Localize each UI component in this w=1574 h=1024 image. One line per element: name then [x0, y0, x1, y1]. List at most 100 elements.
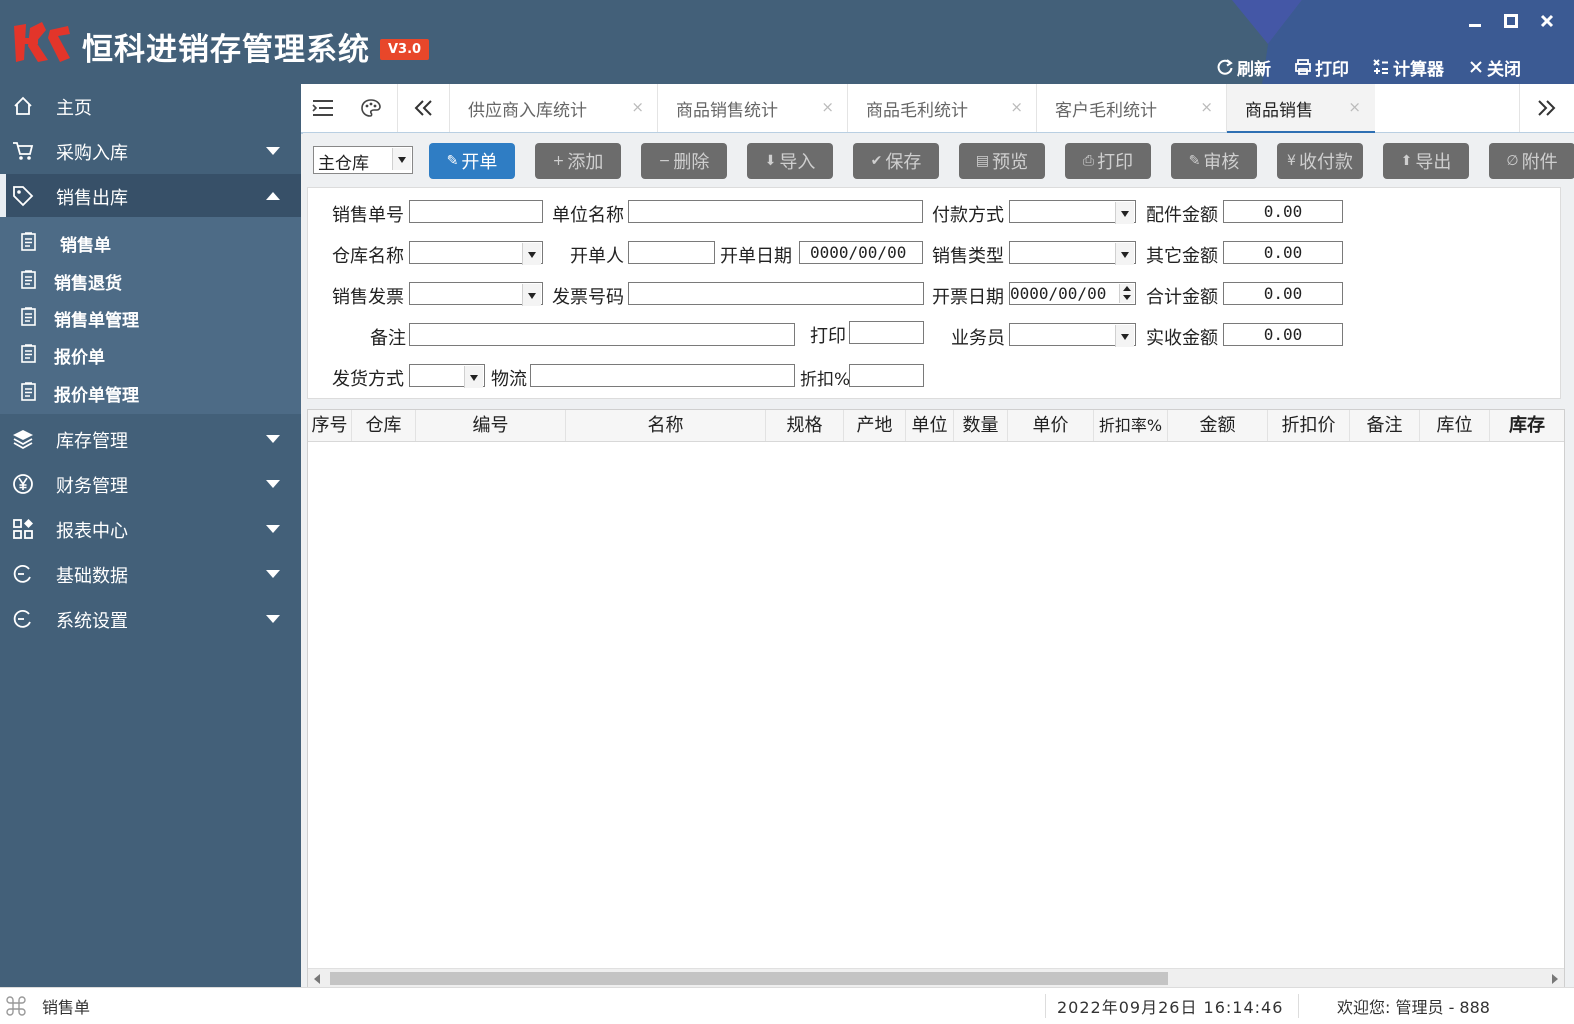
maximize-button[interactable]: [1498, 8, 1524, 34]
scroll-tabs-right-button[interactable]: [1519, 84, 1572, 132]
sales-invoice-select[interactable]: [409, 282, 543, 306]
submenu-item-sales-return[interactable]: 销售退货: [0, 261, 301, 298]
invoice-date-picker[interactable]: 0000/00/00: [1009, 282, 1136, 305]
print-button[interactable]: 打印: [1294, 56, 1349, 80]
calculator-button[interactable]: 计算器: [1372, 56, 1444, 80]
total-amount-field[interactable]: 0.00: [1223, 282, 1343, 305]
submenu-label: 销售退货: [54, 274, 122, 294]
menu-toggle-button[interactable]: [301, 84, 345, 132]
column-header-amount[interactable]: 金额: [1168, 410, 1268, 441]
scroll-right-arrow-icon[interactable]: [1552, 974, 1558, 984]
edit-icon: ✎: [1188, 153, 1201, 169]
remark-field[interactable]: [409, 323, 795, 346]
add-button[interactable]: + 添加: [535, 143, 621, 179]
delete-button[interactable]: − 删除: [641, 143, 727, 179]
save-button[interactable]: ✔ 保存: [853, 143, 939, 179]
scrollbar-thumb[interactable]: [330, 972, 1168, 985]
column-header-spec[interactable]: 规格: [766, 410, 844, 441]
nav-item-sales[interactable]: 销售出库: [0, 174, 301, 219]
sale-type-select[interactable]: [1009, 241, 1136, 265]
dropdown-arrow-icon[interactable]: [522, 284, 541, 306]
nav-item-base-data[interactable]: 基础数据: [0, 552, 301, 597]
chevron-down-icon: [266, 570, 280, 578]
refresh-button[interactable]: 刷新: [1216, 56, 1271, 80]
tab-customer-profit-stats[interactable]: 客户毛利统计 ×: [1036, 84, 1227, 132]
column-header-remark[interactable]: 备注: [1350, 410, 1420, 441]
nav-item-home[interactable]: 主页: [0, 84, 301, 129]
close-app-button[interactable]: 关闭: [1468, 56, 1521, 80]
dropdown-arrow-icon[interactable]: [1115, 202, 1134, 224]
sale-no-field[interactable]: [409, 200, 543, 223]
status-separator: [1045, 994, 1046, 1018]
tab-product-sales-stats[interactable]: 商品销售统计 ×: [657, 84, 848, 132]
invoice-no-field[interactable]: [628, 282, 924, 305]
print-order-button[interactable]: ⎙ 打印: [1065, 143, 1151, 179]
parts-amount-field[interactable]: 0.00: [1223, 200, 1343, 223]
button-label: 导出: [1415, 152, 1452, 173]
column-header-origin[interactable]: 产地: [844, 410, 906, 441]
app-title: 恒科进销存管理系统: [82, 32, 370, 68]
scroll-tabs-left-button[interactable]: [397, 84, 450, 132]
printed-field[interactable]: [849, 321, 924, 344]
column-header-location[interactable]: 库位: [1420, 410, 1490, 441]
tab-close-icon[interactable]: ×: [1010, 98, 1023, 116]
column-header-seq[interactable]: 序号: [308, 410, 352, 441]
dropdown-arrow-icon[interactable]: [522, 243, 541, 265]
export-button[interactable]: ⬆ 导出: [1383, 143, 1469, 179]
theme-button[interactable]: [345, 84, 397, 132]
delivery-method-select[interactable]: [409, 364, 485, 388]
dropdown-arrow-icon[interactable]: [392, 148, 411, 170]
logistics-field[interactable]: [530, 364, 795, 387]
tab-close-icon[interactable]: ×: [1348, 98, 1361, 116]
tab-close-icon[interactable]: ×: [821, 98, 834, 116]
attachment-button[interactable]: ∅ 附件: [1489, 143, 1574, 179]
tab-close-icon[interactable]: ×: [1200, 98, 1213, 116]
submenu-item-sales-order[interactable]: 销售单: [0, 223, 301, 260]
warehouse-name-select[interactable]: [409, 241, 543, 265]
column-header-discount-price[interactable]: 折扣价: [1268, 410, 1350, 441]
new-order-button[interactable]: ✎ 开单: [429, 143, 515, 179]
scroll-left-arrow-icon[interactable]: [314, 974, 320, 984]
dropdown-arrow-icon[interactable]: [464, 366, 483, 388]
tab-product-sales[interactable]: 商品销售 ×: [1226, 84, 1375, 134]
column-header-stock[interactable]: 库存: [1490, 410, 1564, 441]
tab-product-profit-stats[interactable]: 商品毛利统计 ×: [847, 84, 1037, 132]
column-header-quantity[interactable]: 数量: [954, 410, 1008, 441]
submenu-item-quotation-management[interactable]: 报价单管理: [0, 373, 301, 410]
column-header-code[interactable]: 编号: [416, 410, 566, 441]
payment-method-select[interactable]: [1009, 200, 1136, 224]
issuer-field[interactable]: [628, 241, 715, 264]
dropdown-arrow-icon[interactable]: [1115, 243, 1134, 265]
tab-supplier-inbound-stats[interactable]: 供应商入库统计 ×: [449, 84, 658, 132]
other-amount-field[interactable]: 0.00: [1223, 241, 1343, 264]
audit-button[interactable]: ✎ 审核: [1171, 143, 1257, 179]
import-button[interactable]: ⬇ 导入: [747, 143, 833, 179]
nav-item-system-settings[interactable]: 系统设置: [0, 597, 301, 642]
warehouse-select[interactable]: 主仓库: [313, 146, 413, 174]
nav-item-inventory[interactable]: 库存管理: [0, 417, 301, 462]
tab-close-icon[interactable]: ×: [631, 98, 644, 116]
column-header-unit[interactable]: 单位: [906, 410, 954, 441]
column-header-name[interactable]: 名称: [566, 410, 766, 441]
column-header-warehouse[interactable]: 仓库: [352, 410, 416, 441]
received-amount-field[interactable]: 0.00: [1223, 323, 1343, 346]
unit-name-field[interactable]: [628, 200, 923, 223]
close-window-button[interactable]: [1534, 8, 1560, 34]
nav-item-finance[interactable]: 财务管理: [0, 462, 301, 507]
welcome-label: 欢迎您: 管理员 - 888: [1337, 998, 1490, 1017]
preview-button[interactable]: ▤ 预览: [959, 143, 1045, 179]
payment-button[interactable]: ¥ 收付款: [1277, 143, 1363, 179]
discount-field[interactable]: [849, 364, 924, 387]
horizontal-scrollbar[interactable]: [308, 968, 1564, 987]
submenu-item-sales-order-management[interactable]: 销售单管理: [0, 298, 301, 335]
submenu-item-quotation[interactable]: 报价单: [0, 335, 301, 372]
spin-arrows-icon[interactable]: [1119, 284, 1134, 303]
nav-item-reports[interactable]: 报表中心: [0, 507, 301, 552]
nav-item-purchase[interactable]: 采购入库: [0, 129, 301, 174]
salesman-select[interactable]: [1009, 323, 1136, 347]
column-header-discount-rate[interactable]: 折扣率%: [1094, 410, 1168, 441]
column-header-unit-price[interactable]: 单价: [1008, 410, 1094, 441]
minimize-button[interactable]: [1462, 8, 1488, 34]
issue-date-field[interactable]: 0000/00/00: [799, 241, 923, 264]
dropdown-arrow-icon[interactable]: [1115, 325, 1134, 347]
